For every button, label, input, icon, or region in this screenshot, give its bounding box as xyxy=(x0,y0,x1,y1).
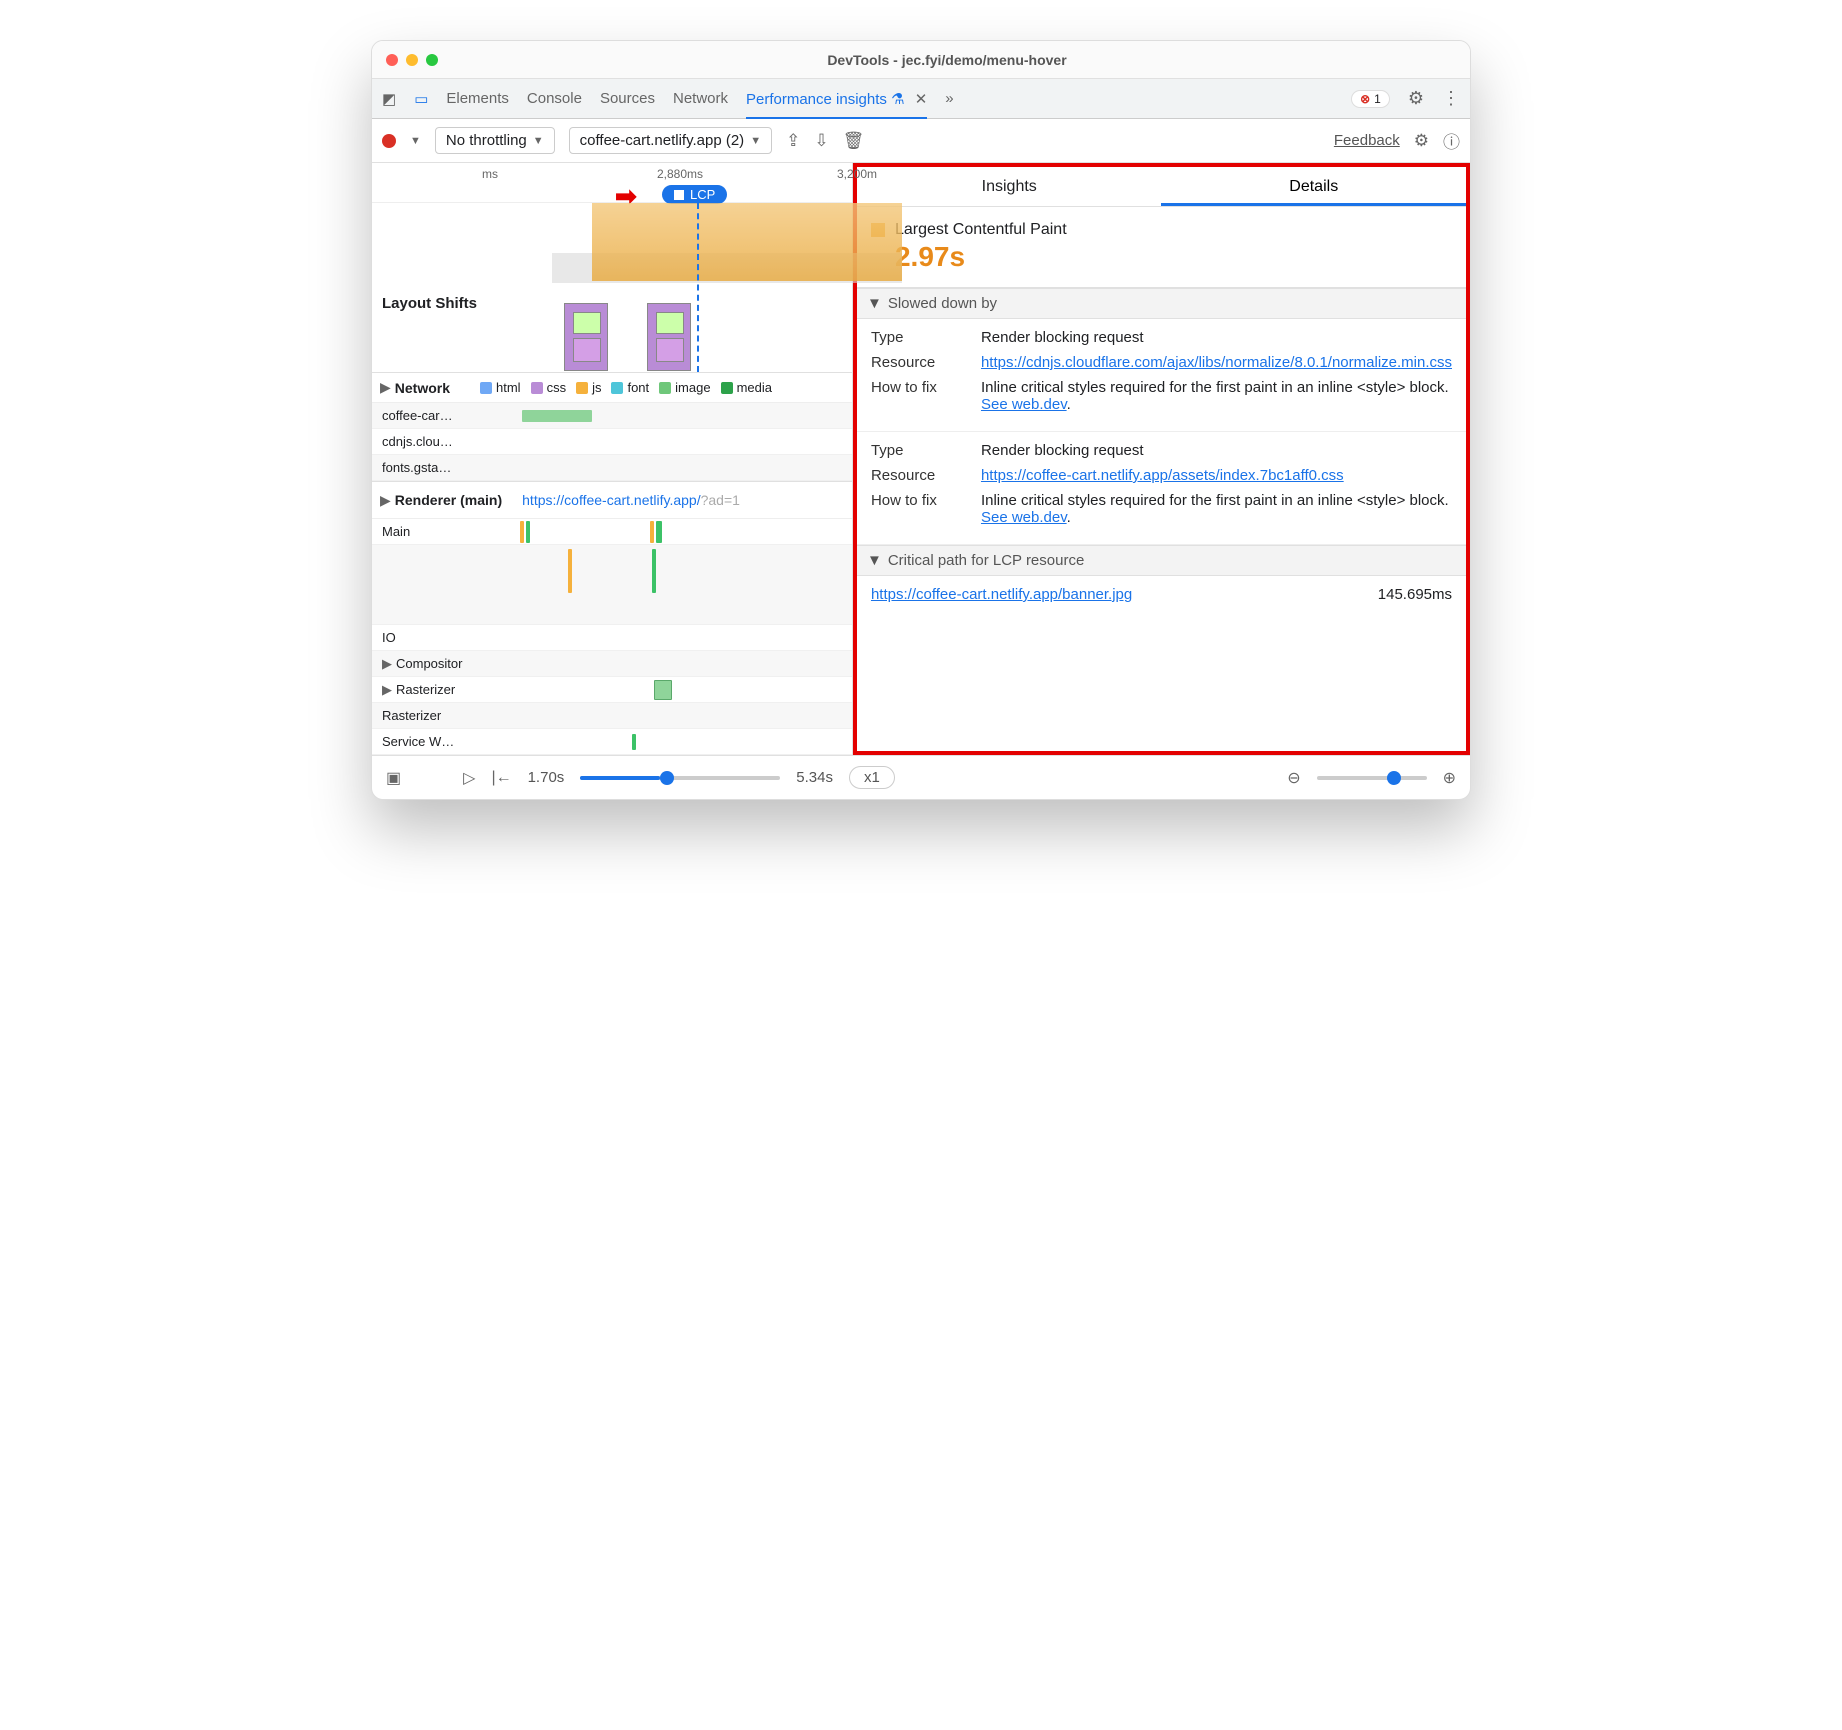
feedback-link[interactable]: Feedback xyxy=(1334,132,1400,149)
throttle-dropdown[interactable]: No throttling▼ xyxy=(435,127,555,154)
minimize-icon[interactable] xyxy=(406,54,418,66)
rewind-icon[interactable]: |← xyxy=(491,769,511,787)
title-bar: DevTools - jec.fyi/demo/menu-hover xyxy=(372,41,1470,79)
webdev-link[interactable]: See web.dev xyxy=(981,396,1067,413)
tab-console[interactable]: Console xyxy=(527,90,582,107)
timeline-panel: ms 2,880ms 3,200m LCP Layout Shifts ▶ Ne… xyxy=(372,163,853,755)
critical-path-header[interactable]: ▼Critical path for LCP resource xyxy=(857,545,1466,576)
playback-footer: ▣ ▷ |← 1.70s 5.34s x1 ⊖ ⊕ xyxy=(372,755,1470,799)
renderer-section-label: Renderer (main) xyxy=(395,492,502,508)
settings-icon[interactable]: ⚙ xyxy=(1408,88,1424,109)
tab-insights[interactable]: Insights xyxy=(857,167,1162,206)
play-icon[interactable]: ▷ xyxy=(463,768,475,788)
expand-icon[interactable]: ▶ xyxy=(380,492,391,509)
main-tab-bar: ◩ ▭ Elements Console Sources Network Per… xyxy=(372,79,1470,119)
flask-icon: ⚗ xyxy=(891,91,904,108)
toggle-overlay-icon[interactable]: ▣ xyxy=(386,768,401,788)
renderer-row[interactable]: Main xyxy=(372,519,852,545)
slowed-block: TypeRender blocking request Resourcehttp… xyxy=(857,319,1466,432)
network-section-label: Network xyxy=(395,380,450,396)
more-menu-icon[interactable]: ⋮ xyxy=(1442,88,1460,109)
tab-sources[interactable]: Sources xyxy=(600,90,655,107)
speed-button[interactable]: x1 xyxy=(849,766,895,789)
network-row[interactable]: coffee-car… xyxy=(372,403,852,429)
layout-shift-thumb[interactable] xyxy=(564,303,608,371)
maximize-icon[interactable] xyxy=(426,54,438,66)
chevron-down-icon: ▼ xyxy=(533,135,544,147)
lcp-time-line xyxy=(697,203,699,372)
lcp-title: Largest Contentful Paint xyxy=(895,221,1067,239)
tab-details[interactable]: Details xyxy=(1161,167,1466,206)
tab-performance-insights[interactable]: Performance insights ⚗ ✕ xyxy=(746,90,927,119)
time-start: 1.70s xyxy=(528,769,565,786)
renderer-row[interactable]: ▶Rasterizer xyxy=(372,677,852,703)
lcp-value: 2.97s xyxy=(895,241,1452,273)
window-title: DevTools - jec.fyi/demo/menu-hover xyxy=(438,52,1456,68)
time-slider[interactable] xyxy=(580,776,780,780)
time-end: 5.34s xyxy=(796,769,833,786)
square-icon xyxy=(674,190,684,200)
expand-icon[interactable]: ▶ xyxy=(380,379,391,396)
error-badge[interactable]: ⊗1 xyxy=(1351,90,1390,108)
delete-icon[interactable]: 🗑 xyxy=(843,131,865,151)
webdev-link[interactable]: See web.dev xyxy=(981,509,1067,526)
tab-network[interactable]: Network xyxy=(673,90,728,107)
record-button[interactable] xyxy=(382,134,396,148)
renderer-row[interactable]: Rasterizer xyxy=(372,703,852,729)
network-row[interactable]: cdnjs.clou… xyxy=(372,429,852,455)
critical-resource-time: 145.695ms xyxy=(1378,586,1452,603)
tab-elements[interactable]: Elements xyxy=(446,90,509,107)
close-icon[interactable] xyxy=(386,54,398,66)
resource-link[interactable]: https://cdnjs.cloudflare.com/ajax/libs/n… xyxy=(981,354,1452,371)
chevron-down-icon: ▼ xyxy=(867,552,882,569)
network-legend: html css js font image media xyxy=(480,380,772,395)
devtools-window: DevTools - jec.fyi/demo/menu-hover ◩ ▭ E… xyxy=(371,40,1471,800)
slowed-down-header[interactable]: ▼Slowed down by xyxy=(857,288,1466,319)
details-panel: Insights Details Largest Contentful Pain… xyxy=(853,163,1470,755)
zoom-slider[interactable] xyxy=(1317,776,1427,780)
more-tabs-icon[interactable]: » xyxy=(945,90,953,107)
device-toggle-icon[interactable]: ▭ xyxy=(414,90,428,108)
renderer-row[interactable]: Service W… xyxy=(372,729,852,755)
zoom-in-icon[interactable]: ⊕ xyxy=(1443,768,1456,788)
inspect-icon[interactable]: ◩ xyxy=(382,90,396,108)
layout-shifts-label: Layout Shifts xyxy=(382,295,477,312)
chevron-down-icon: ▼ xyxy=(750,135,761,147)
renderer-row[interactable]: ▶Compositor xyxy=(372,651,852,677)
network-row[interactable]: fonts.gsta… xyxy=(372,455,852,481)
zoom-out-icon[interactable]: ⊖ xyxy=(1287,768,1300,788)
renderer-row xyxy=(372,545,852,625)
error-icon: ⊗ xyxy=(1360,92,1370,106)
layout-shift-thumb[interactable] xyxy=(647,303,691,371)
profile-dropdown[interactable]: coffee-cart.netlify.app (2)▼ xyxy=(569,127,772,154)
chevron-down-icon: ▼ xyxy=(867,295,882,312)
help-icon[interactable]: ⓘ xyxy=(1443,128,1460,153)
export-icon[interactable]: ⇪ xyxy=(786,131,800,151)
import-icon[interactable]: ⇩ xyxy=(814,131,828,151)
resource-link[interactable]: https://coffee-cart.netlify.app/assets/i… xyxy=(981,467,1344,484)
lcp-marker[interactable]: LCP xyxy=(662,185,727,204)
renderer-row[interactable]: IO xyxy=(372,625,852,651)
record-dropdown-icon[interactable]: ▼ xyxy=(410,135,421,147)
renderer-url-link[interactable]: https://coffee-cart.netlify.app/?ad=1 xyxy=(522,492,740,508)
close-tab-icon[interactable]: ✕ xyxy=(915,91,928,108)
timeline-ruler: ms 2,880ms 3,200m LCP xyxy=(372,163,852,203)
slowed-block: TypeRender blocking request Resourcehttp… xyxy=(857,432,1466,545)
insights-toolbar: ▼ No throttling▼ coffee-cart.netlify.app… xyxy=(372,119,1470,163)
critical-resource-link[interactable]: https://coffee-cart.netlify.app/banner.j… xyxy=(871,586,1132,603)
gear-icon[interactable]: ⚙ xyxy=(1414,131,1429,151)
